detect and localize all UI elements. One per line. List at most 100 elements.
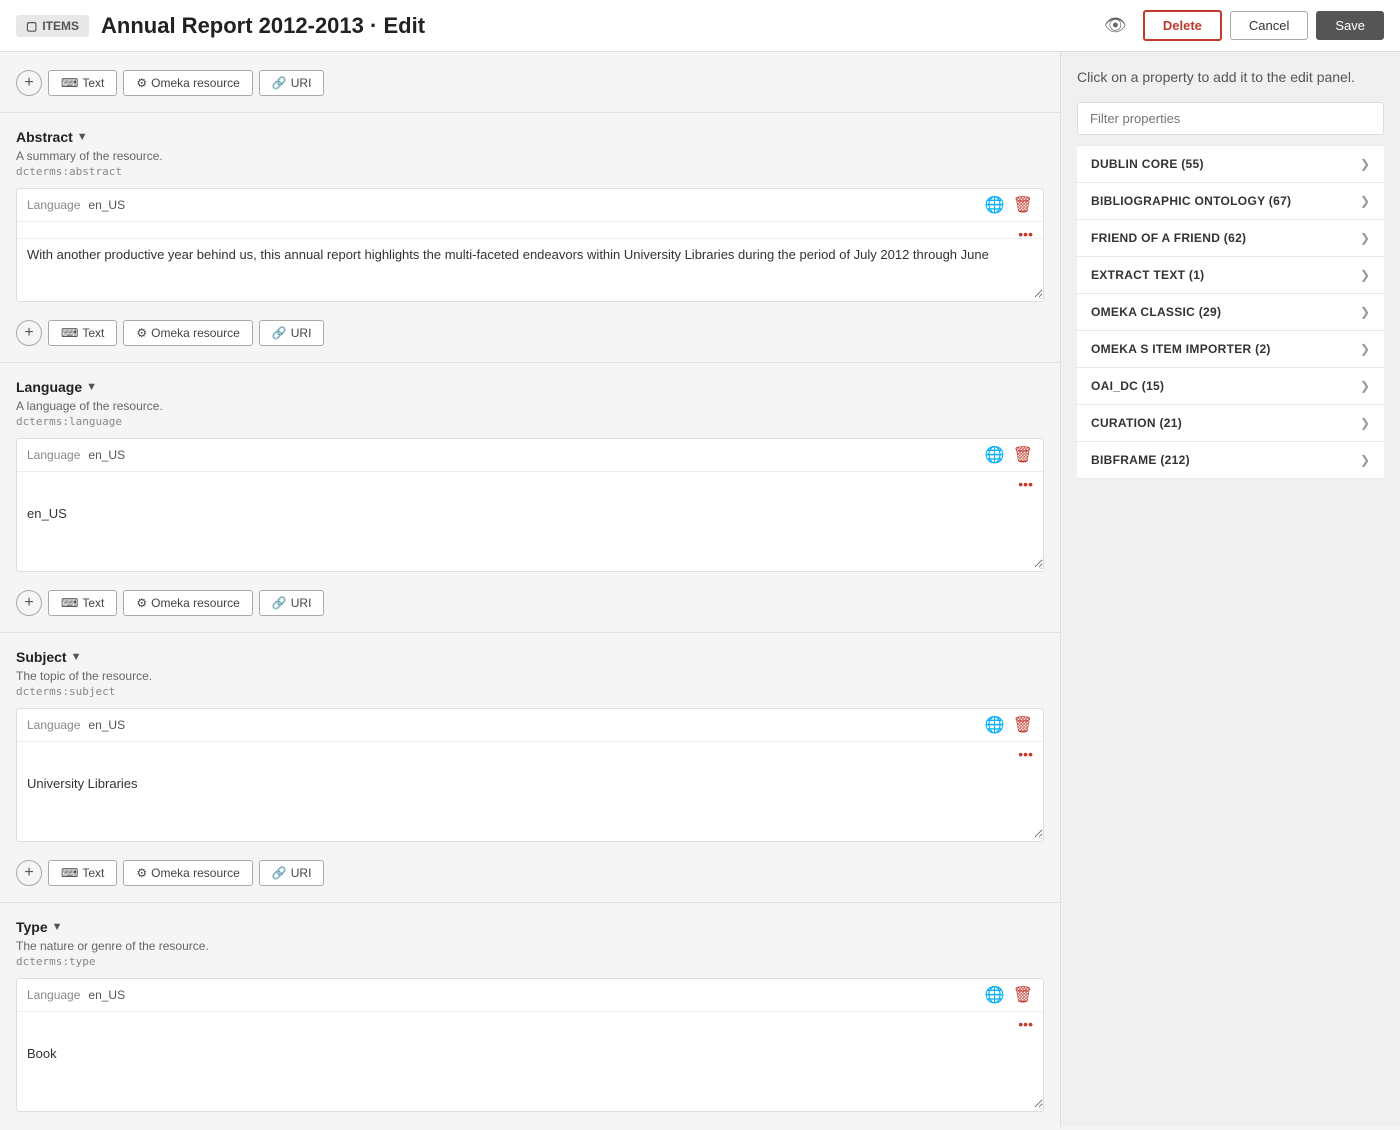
- language-add-plus-button[interactable]: +: [16, 590, 42, 616]
- property-group-bibframe[interactable]: BIBFRAME (212) ❯: [1077, 442, 1384, 479]
- subject-value-actions: 🌐 🗑: [985, 715, 1033, 735]
- subject-text-button[interactable]: ⌨ Text: [48, 860, 117, 886]
- property-group-dublin-core-label: DUBLIN CORE (55): [1091, 157, 1204, 171]
- subject-omeka-button[interactable]: ⚙ Omeka resource: [123, 860, 252, 886]
- type-globe-icon[interactable]: 🌐: [985, 985, 1005, 1005]
- property-group-bibframe-label: BIBFRAME (212): [1091, 453, 1190, 467]
- property-group-curation-label: CURATION (21): [1091, 416, 1182, 430]
- language-field-desc: A language of the resource.: [16, 399, 1044, 413]
- abstract-textarea[interactable]: [17, 238, 1043, 298]
- language-field-section: Language ▼ A language of the resource. d…: [0, 363, 1060, 633]
- subject-more-row: •••: [17, 742, 1043, 768]
- language-value-actions: 🌐 🗑: [985, 445, 1033, 465]
- subject-trash-icon[interactable]: 🗑: [1013, 715, 1033, 735]
- language-field-header: Language ▼: [16, 379, 1044, 395]
- language-globe-icon[interactable]: 🌐: [985, 445, 1005, 465]
- abstract-lang-value: en_US: [88, 198, 125, 212]
- cancel-button[interactable]: Cancel: [1230, 11, 1308, 40]
- subject-add-plus-button[interactable]: +: [16, 860, 42, 886]
- page-header: ▢ ITEMS Annual Report 2012-2013 · Edit 👁…: [0, 0, 1400, 52]
- language-more-icon[interactable]: •••: [1018, 476, 1033, 492]
- top-omeka-resource-button[interactable]: ⚙ Omeka resource: [123, 70, 252, 96]
- subject-add-buttons: + ⌨ Text ⚙ Omeka resource 🔗 URI: [16, 850, 1044, 902]
- top-add-plus-button[interactable]: +: [16, 70, 42, 96]
- language-add-buttons: + ⌨ Text ⚙ Omeka resource 🔗 URI: [16, 580, 1044, 632]
- top-uri-button[interactable]: 🔗 URI: [259, 70, 325, 96]
- type-value-row: Language en_US 🌐 🗑 ••• (function(){ var …: [16, 978, 1044, 1112]
- language-more-row: •••: [17, 472, 1043, 498]
- property-group-oai-dc[interactable]: OAI_DC (15) ❯: [1077, 368, 1384, 405]
- omeka-resource-icon: ⚙: [136, 76, 147, 90]
- uri-link-icon: 🔗: [272, 76, 287, 90]
- language-omeka-button[interactable]: ⚙ Omeka resource: [123, 590, 252, 616]
- type-trash-icon[interactable]: 🗑: [1013, 985, 1033, 1005]
- language-field-name: Language: [16, 379, 82, 395]
- property-group-omeka-classic-label: OMEKA CLASSIC (29): [1091, 305, 1221, 319]
- property-group-oai-dc-arrow: ❯: [1360, 379, 1370, 393]
- language-uri-button[interactable]: 🔗 URI: [259, 590, 325, 616]
- preview-button[interactable]: 👁: [1096, 11, 1135, 40]
- abstract-value-actions: 🌐 🗑: [985, 195, 1033, 215]
- subject-field-header: Subject ▼: [16, 649, 1044, 665]
- abstract-field-section: Abstract ▼ A summary of the resource. dc…: [0, 113, 1060, 363]
- type-add-buttons: + ⌨ Text ⚙ Omeka resource 🔗 URI: [16, 1120, 1044, 1127]
- abstract-trash-icon[interactable]: 🗑: [1013, 195, 1033, 215]
- property-group-bibliographic-arrow: ❯: [1360, 194, 1370, 208]
- subject-globe-icon[interactable]: 🌐: [985, 715, 1005, 735]
- items-label: ITEMS: [42, 19, 79, 33]
- type-textarea[interactable]: [17, 1038, 1043, 1108]
- abstract-chevron-icon[interactable]: ▼: [77, 131, 88, 143]
- keyboard-icon-subj: ⌨: [61, 866, 78, 880]
- type-chevron-icon[interactable]: ▼: [52, 921, 63, 933]
- uri-icon-subj: 🔗: [272, 866, 287, 880]
- property-group-omeka-importer-arrow: ❯: [1360, 342, 1370, 356]
- property-group-foaf[interactable]: FRIEND OF A FRIEND (62) ❯: [1077, 220, 1384, 257]
- property-group-extract-text[interactable]: EXTRACT TEXT (1) ❯: [1077, 257, 1384, 294]
- delete-button[interactable]: Delete: [1143, 10, 1222, 41]
- subject-textarea[interactable]: [17, 768, 1043, 838]
- type-resize-handle: ⌞: [1033, 1101, 1043, 1111]
- property-group-omeka-importer[interactable]: OMEKA S ITEM IMPORTER (2) ❯: [1077, 331, 1384, 368]
- keyboard-icon: ⌨: [61, 76, 78, 90]
- language-textarea[interactable]: [17, 498, 1043, 568]
- property-group-curation-arrow: ❯: [1360, 416, 1370, 430]
- language-chevron-icon[interactable]: ▼: [86, 381, 97, 393]
- subject-more-icon[interactable]: •••: [1018, 746, 1033, 762]
- property-group-dublin-core-arrow: ❯: [1360, 157, 1370, 171]
- subject-field-section: Subject ▼ The topic of the resource. dct…: [0, 633, 1060, 903]
- save-button[interactable]: Save: [1316, 11, 1384, 40]
- property-group-bibliographic[interactable]: BIBLIOGRAPHIC ONTOLOGY (67) ❯: [1077, 183, 1384, 220]
- items-badge[interactable]: ▢ ITEMS: [16, 15, 89, 37]
- subject-value-row: Language en_US 🌐 🗑 ••• (function(){ var …: [16, 708, 1044, 842]
- subject-chevron-icon[interactable]: ▼: [71, 651, 82, 663]
- type-value-actions: 🌐 🗑: [985, 985, 1033, 1005]
- omeka-icon-subj: ⚙: [136, 866, 147, 880]
- edit-panel: + ⌨ Text ⚙ Omeka resource 🔗 URI Abstract: [0, 52, 1060, 1127]
- abstract-field-desc: A summary of the resource.: [16, 149, 1044, 163]
- top-text-button[interactable]: ⌨ Text: [48, 70, 117, 96]
- property-group-bibliographic-label: BIBLIOGRAPHIC ONTOLOGY (67): [1091, 194, 1291, 208]
- abstract-omeka-button[interactable]: ⚙ Omeka resource: [123, 320, 252, 346]
- abstract-add-plus-button[interactable]: +: [16, 320, 42, 346]
- language-resize-handle: ⌞: [1033, 561, 1043, 571]
- uri-icon-abs: 🔗: [272, 326, 287, 340]
- keyboard-icon-abs: ⌨: [61, 326, 78, 340]
- abstract-uri-button[interactable]: 🔗 URI: [259, 320, 325, 346]
- abstract-globe-icon[interactable]: 🌐: [985, 195, 1005, 215]
- property-group-omeka-classic[interactable]: OMEKA CLASSIC (29) ❯: [1077, 294, 1384, 331]
- type-more-icon[interactable]: •••: [1018, 1016, 1033, 1032]
- language-text-button[interactable]: ⌨ Text: [48, 590, 117, 616]
- language-trash-icon[interactable]: 🗑: [1013, 445, 1033, 465]
- subject-uri-button[interactable]: 🔗 URI: [259, 860, 325, 886]
- property-group-curation[interactable]: CURATION (21) ❯: [1077, 405, 1384, 442]
- language-field-term: dcterms:language: [16, 415, 1044, 428]
- abstract-lang-label: Language: [27, 198, 80, 212]
- type-field-header: Type ▼: [16, 919, 1044, 935]
- filter-properties-input[interactable]: [1077, 102, 1384, 135]
- uri-icon-lang: 🔗: [272, 596, 287, 610]
- abstract-text-button[interactable]: ⌨ Text: [48, 320, 117, 346]
- property-group-dublin-core[interactable]: DUBLIN CORE (55) ❯: [1077, 145, 1384, 183]
- abstract-value-header: Language en_US 🌐 🗑: [17, 189, 1043, 222]
- subject-lang-label: Language: [27, 718, 80, 732]
- subject-value-header: Language en_US 🌐 🗑: [17, 709, 1043, 742]
